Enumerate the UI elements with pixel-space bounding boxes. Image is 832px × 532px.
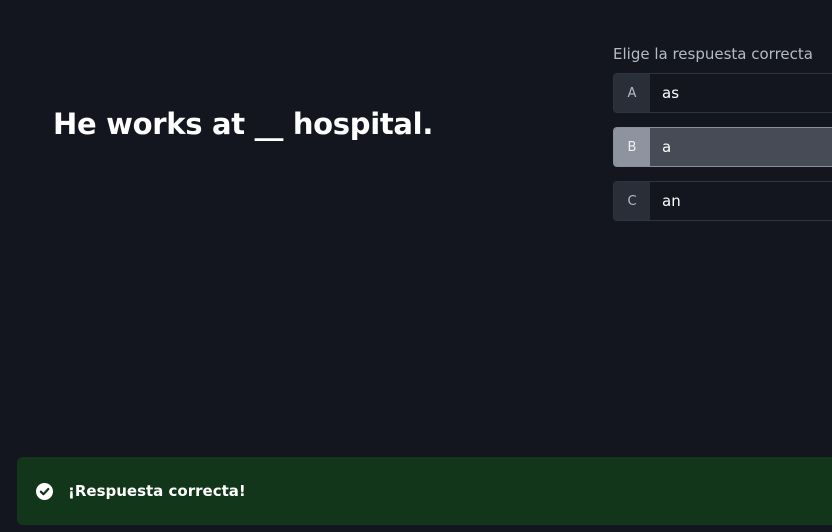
- answer-option-c[interactable]: C an: [613, 181, 832, 221]
- answer-panel: Elige la respuesta correcta A as B a C a…: [613, 43, 832, 235]
- option-letter: C: [614, 182, 650, 220]
- option-text: a: [662, 138, 672, 156]
- option-letter: A: [614, 74, 650, 112]
- check-circle-icon: [36, 482, 53, 500]
- exercise-page: He works at __ hospital. Elige la respue…: [0, 0, 832, 532]
- answer-prompt: Elige la respuesta correcta: [613, 45, 813, 63]
- feedback-banner: ¡Respuesta correcta!: [17, 457, 832, 525]
- feedback-message: ¡Respuesta correcta!: [68, 482, 246, 500]
- answer-option-b[interactable]: B a: [613, 127, 832, 167]
- question-text: He works at __ hospital.: [53, 107, 434, 141]
- option-text: as: [662, 84, 680, 102]
- option-text: an: [662, 192, 681, 210]
- option-letter: B: [614, 128, 650, 166]
- answer-option-a[interactable]: A as: [613, 73, 832, 113]
